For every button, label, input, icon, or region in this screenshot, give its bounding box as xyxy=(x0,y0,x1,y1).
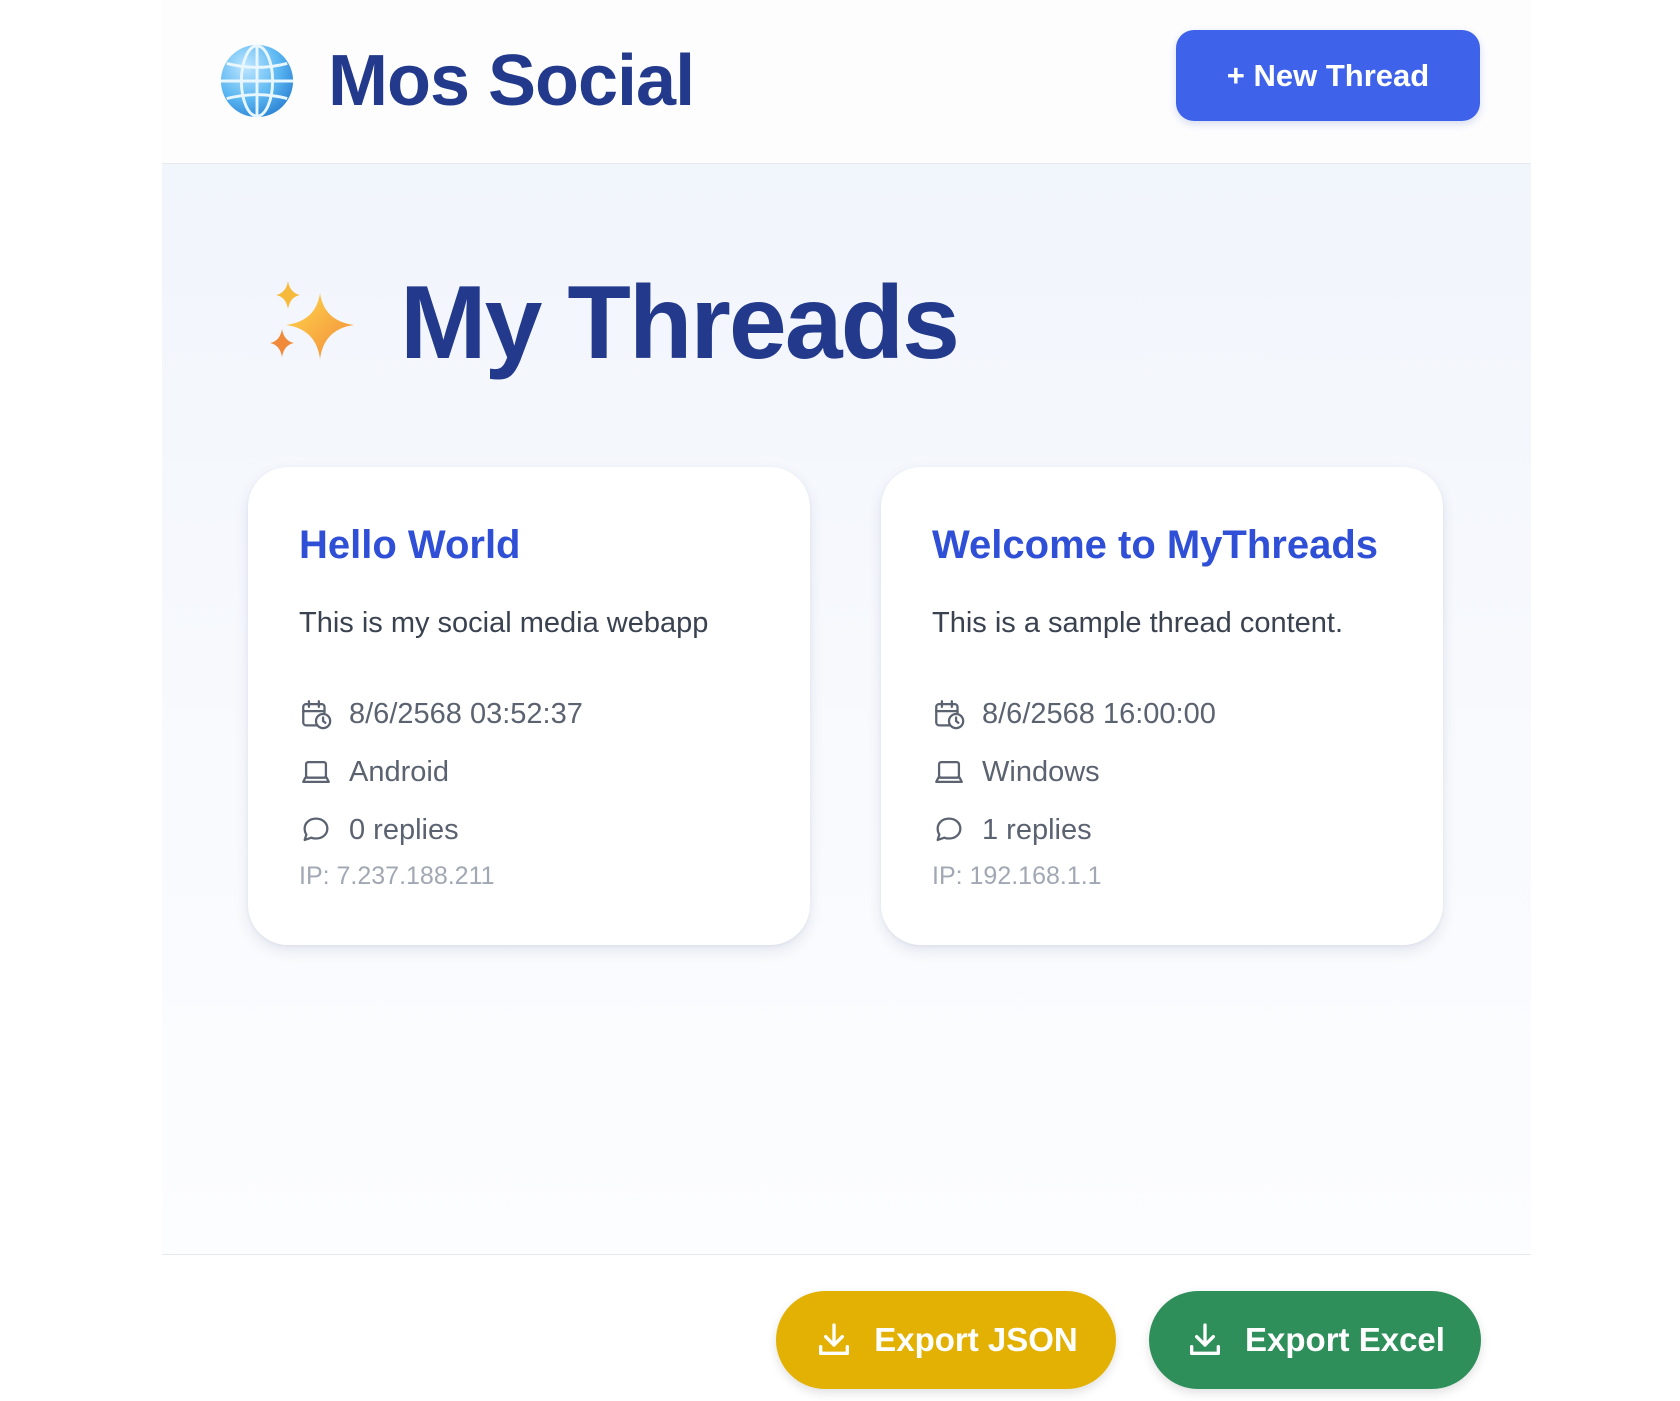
thread-ip: IP: 7.237.188.211 xyxy=(299,862,495,890)
main-content: My Threads Hello World This is my social… xyxy=(162,164,1531,1254)
comment-icon xyxy=(303,817,329,842)
thread-replies-row: 0 replies xyxy=(299,811,459,849)
thread-content: This is my social media webapp xyxy=(299,607,709,639)
thread-title[interactable]: Hello World xyxy=(299,523,520,568)
page-title: My Threads xyxy=(400,265,960,381)
thread-card[interactable]: Hello World This is my social media weba… xyxy=(248,467,810,945)
thread-date-row: 8/6/2568 16:00:00 xyxy=(932,695,1216,733)
thread-content: This is a sample thread content. xyxy=(932,607,1344,639)
download-icon xyxy=(819,1323,850,1355)
thread-date-row: 8/6/2568 03:52:37 xyxy=(299,695,583,733)
new-thread-button[interactable]: + New Thread xyxy=(1176,30,1480,121)
export-json-button[interactable]: Export JSON xyxy=(776,1291,1116,1389)
app-window: Mos Social + New Thread My Threads Hello… xyxy=(162,0,1531,1401)
calendar-clock-icon xyxy=(935,700,965,730)
download-icon xyxy=(1190,1323,1221,1355)
thread-device-row: Android xyxy=(299,753,449,791)
brand-title: Mos Social xyxy=(328,41,695,121)
thread-ip: IP: 192.168.1.1 xyxy=(932,862,1102,890)
thread-device: Windows xyxy=(982,755,1100,788)
footer: Export JSON Export Excel xyxy=(162,1254,1531,1401)
comment-icon xyxy=(936,817,962,842)
calendar-clock-icon xyxy=(302,700,332,730)
export-excel-label: Export Excel xyxy=(1245,1321,1445,1358)
thread-device: Android xyxy=(349,755,449,788)
thread-date: 8/6/2568 16:00:00 xyxy=(982,697,1216,730)
page-heading: My Threads xyxy=(260,265,960,381)
globe-icon xyxy=(220,44,294,118)
thread-replies: 0 replies xyxy=(349,813,459,846)
export-json-label: Export JSON xyxy=(874,1321,1078,1358)
thread-title[interactable]: Welcome to MyThreads xyxy=(932,523,1378,568)
laptop-icon xyxy=(935,760,963,784)
thread-card[interactable]: Welcome to MyThreads This is a sample th… xyxy=(881,467,1443,945)
header: Mos Social + New Thread xyxy=(162,0,1531,164)
sparkles-icon xyxy=(270,281,354,359)
laptop-icon xyxy=(302,760,330,784)
thread-replies-row: 1 replies xyxy=(932,811,1092,849)
export-excel-button[interactable]: Export Excel xyxy=(1149,1291,1481,1389)
thread-device-row: Windows xyxy=(932,753,1100,791)
thread-replies: 1 replies xyxy=(982,813,1092,846)
thread-date: 8/6/2568 03:52:37 xyxy=(349,697,583,730)
